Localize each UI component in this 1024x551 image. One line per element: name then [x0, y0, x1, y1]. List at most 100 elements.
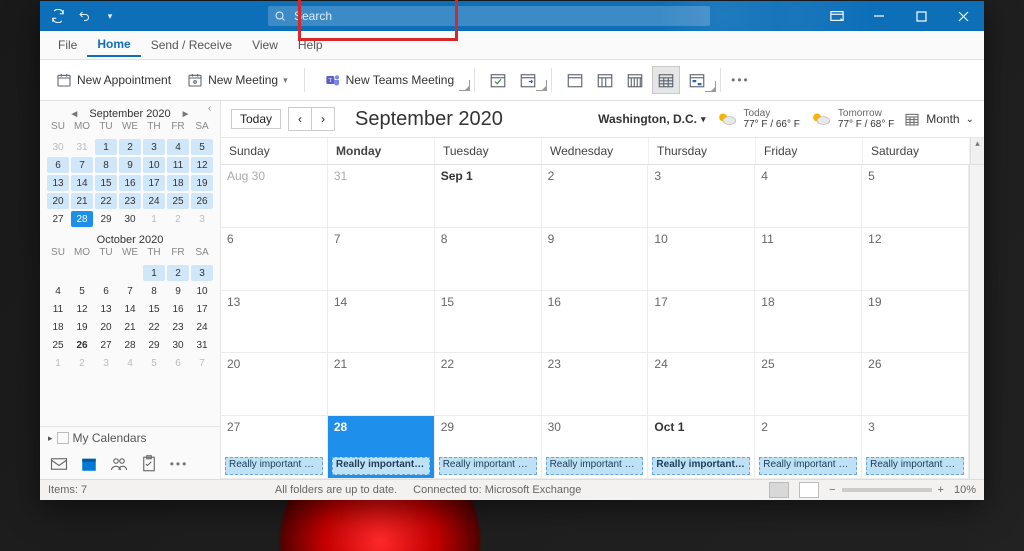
- day-cell[interactable]: 14: [328, 291, 435, 354]
- month-view-button[interactable]: [652, 66, 680, 94]
- checkbox-icon[interactable]: [57, 432, 69, 444]
- mini-day[interactable]: 30: [119, 211, 141, 227]
- mini-day[interactable]: 4: [47, 283, 69, 299]
- week-view-button[interactable]: [622, 67, 648, 93]
- mini-day[interactable]: 4: [167, 139, 189, 155]
- mini-day[interactable]: 3: [143, 139, 165, 155]
- mini-day[interactable]: 12: [71, 301, 93, 317]
- qat-dropdown-icon[interactable]: ▾: [100, 6, 120, 26]
- mini-day[interactable]: 26: [71, 337, 93, 353]
- mini-day[interactable]: 8: [143, 283, 165, 299]
- people-nav-icon[interactable]: [110, 455, 128, 473]
- mini-day[interactable]: 11: [47, 301, 69, 317]
- day-cell[interactable]: 28Really important m...: [328, 416, 435, 479]
- day-cell[interactable]: 16: [542, 291, 649, 354]
- day-cell[interactable]: 29Really important m...: [435, 416, 542, 479]
- mini-day[interactable]: 7: [119, 283, 141, 299]
- mini-day[interactable]: 6: [47, 157, 69, 173]
- mini-day[interactable]: 28: [119, 337, 141, 353]
- day-cell[interactable]: 23: [542, 353, 649, 416]
- next-month-icon[interactable]: ►: [177, 109, 195, 120]
- zoom-slider[interactable]: − +: [829, 484, 944, 496]
- day-view-button[interactable]: [562, 67, 588, 93]
- mini-day[interactable]: 10: [191, 283, 213, 299]
- mini-day[interactable]: 9: [167, 283, 189, 299]
- day-cell[interactable]: 6: [221, 228, 328, 291]
- day-cell[interactable]: 30Really important m...: [542, 416, 649, 479]
- mini-day[interactable]: 2: [167, 265, 189, 281]
- mini-day[interactable]: 1: [47, 355, 69, 371]
- mini-day[interactable]: 12: [191, 157, 213, 173]
- mini-day[interactable]: 28: [71, 211, 93, 227]
- mini-day[interactable]: 18: [47, 319, 69, 335]
- workweek-view-button[interactable]: [592, 67, 618, 93]
- calendar-event[interactable]: Really important m...: [866, 457, 964, 475]
- menu-view[interactable]: View: [242, 34, 288, 56]
- mini-day[interactable]: 17: [143, 175, 165, 191]
- mini-day[interactable]: 16: [119, 175, 141, 191]
- new-teams-meeting-button[interactable]: T New Teams Meeting: [315, 67, 465, 93]
- calendar-event[interactable]: Really important m...: [439, 457, 537, 475]
- calendar-event[interactable]: Really important m...: [332, 457, 430, 475]
- nav-overflow-icon[interactable]: •••: [170, 455, 188, 473]
- mini-day[interactable]: 13: [47, 175, 69, 191]
- mini-day[interactable]: 27: [95, 337, 117, 353]
- ribbon-overflow-button[interactable]: •••: [727, 67, 754, 93]
- day-cell[interactable]: 12: [862, 228, 969, 291]
- day-cell[interactable]: 3Really important m...: [862, 416, 969, 479]
- mini-day[interactable]: 25: [167, 193, 189, 209]
- day-cell[interactable]: 24: [648, 353, 755, 416]
- mini-day[interactable]: 11: [167, 157, 189, 173]
- mini-day[interactable]: 14: [71, 175, 93, 191]
- mini-day[interactable]: 31: [71, 139, 93, 155]
- day-cell[interactable]: 15: [435, 291, 542, 354]
- calendar-event[interactable]: Really important m...: [225, 457, 323, 475]
- mini-day[interactable]: 17: [191, 301, 213, 317]
- menu-send-receive[interactable]: Send / Receive: [141, 34, 242, 56]
- mini-day[interactable]: 20: [47, 193, 69, 209]
- minimize-button[interactable]: [858, 1, 900, 31]
- mini-day[interactable]: 3: [95, 355, 117, 371]
- mini-day[interactable]: 21: [119, 319, 141, 335]
- mini-day[interactable]: 1: [143, 265, 165, 281]
- mini-day[interactable]: 29: [95, 211, 117, 227]
- sync-icon[interactable]: [48, 6, 68, 26]
- mini-day[interactable]: 19: [191, 175, 213, 191]
- day-cell[interactable]: 9: [542, 228, 649, 291]
- mini-day[interactable]: [47, 265, 69, 281]
- mini-day[interactable]: 16: [167, 301, 189, 317]
- location-selector[interactable]: Washington, D.C.▾: [598, 112, 705, 126]
- mini-day[interactable]: [71, 265, 93, 281]
- mini-day[interactable]: 2: [119, 139, 141, 155]
- day-cell[interactable]: 19: [862, 291, 969, 354]
- zoom-in-icon[interactable]: +: [938, 484, 944, 496]
- new-meeting-button[interactable]: New Meeting ▾: [181, 67, 294, 93]
- prev-month-icon[interactable]: ◄: [65, 109, 83, 120]
- dialog-launcher-icon[interactable]: [705, 81, 716, 92]
- mail-nav-icon[interactable]: [50, 455, 68, 473]
- day-cell[interactable]: 13: [221, 291, 328, 354]
- mini-day[interactable]: 6: [167, 355, 189, 371]
- day-cell[interactable]: 2: [542, 165, 649, 228]
- mini-day[interactable]: 9: [119, 157, 141, 173]
- mini-day[interactable]: [95, 265, 117, 281]
- mini-day[interactable]: 5: [71, 283, 93, 299]
- mini-day[interactable]: 3: [191, 211, 213, 227]
- mini-calendar-october[interactable]: October 2020 SUMOTUWETHFRSA1234567891011…: [42, 233, 218, 371]
- menu-file[interactable]: File: [48, 34, 87, 56]
- month-grid[interactable]: Aug 3031Sep 1234567891011121314151617181…: [221, 165, 969, 479]
- today-button[interactable]: [485, 67, 511, 93]
- search-box[interactable]: [268, 6, 710, 26]
- menu-home[interactable]: Home: [87, 33, 140, 57]
- mini-day[interactable]: 20: [95, 319, 117, 335]
- weather-today[interactable]: Today77° F / 66° F: [716, 108, 800, 130]
- day-cell[interactable]: 18: [755, 291, 862, 354]
- mini-day[interactable]: [119, 265, 141, 281]
- day-cell[interactable]: 22: [435, 353, 542, 416]
- dialog-launcher-icon[interactable]: [536, 80, 547, 91]
- mini-day[interactable]: 21: [71, 193, 93, 209]
- mini-day[interactable]: 5: [143, 355, 165, 371]
- mini-day[interactable]: 23: [167, 319, 189, 335]
- mini-day[interactable]: 15: [95, 175, 117, 191]
- day-cell[interactable]: 27Really important m...: [221, 416, 328, 479]
